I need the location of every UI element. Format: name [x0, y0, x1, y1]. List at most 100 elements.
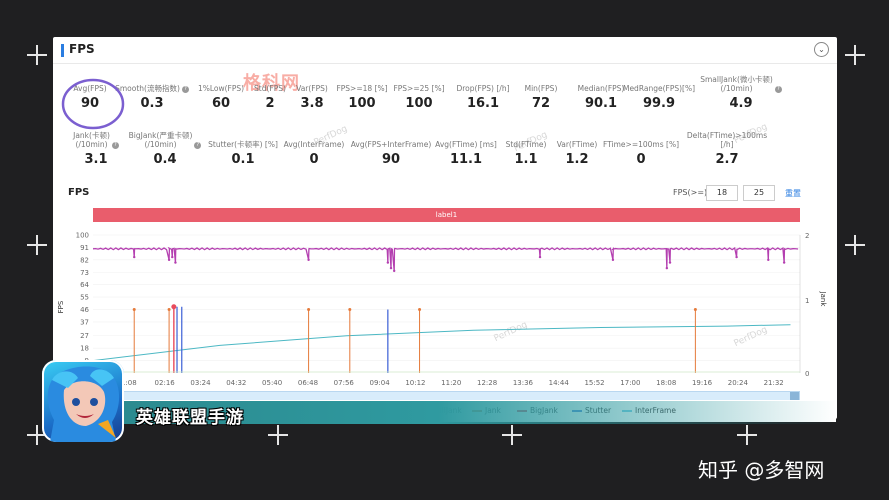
metric-label: Avg(FPS+InterFrame) [348, 129, 434, 149]
fps-dip-point [538, 255, 542, 259]
x-tick-label: 07:56 [334, 379, 355, 387]
fps-dip-point [171, 255, 174, 259]
crosshair-bottom-mid [502, 425, 522, 445]
metric-label-text: Avg(FPS+InterFrame) [350, 140, 432, 149]
metric-label-text: Stutter(卡顿率) [%] [208, 140, 278, 149]
y-right-axis-label: Jank [819, 291, 827, 308]
fps-dip-point [668, 261, 672, 264]
x-tick-label: 13:36 [513, 379, 534, 387]
x-tick-label: 14:44 [549, 379, 570, 387]
fps-chart: 1009182736455463727189210FPSJank1:0802:1… [57, 232, 827, 388]
credit-watermark: 知乎 @多智网 [698, 458, 825, 482]
metric-value: 2.7 [715, 152, 739, 167]
fps-dip-point [782, 261, 786, 264]
y-axis-label: FPS [57, 300, 65, 313]
help-icon[interactable]: ? [774, 86, 782, 93]
fps-low-input[interactable]: 18 [706, 185, 738, 201]
y-tick-label: 18 [80, 345, 89, 353]
fps-dip-point [307, 258, 310, 262]
label-bar[interactable]: label1 [93, 208, 800, 222]
x-tick-label: 11:20 [441, 379, 461, 387]
x-tick-label: 03:24 [190, 379, 211, 387]
jank-event-dot [132, 308, 136, 312]
metric-label: MedRange(FPS)[%] [616, 73, 702, 93]
metric-label-text: SmallJank(微小卡顿) (/10min) [700, 75, 773, 93]
fps-dip-point [389, 266, 393, 270]
y-tick-label: 91 [80, 244, 89, 252]
x-tick-label: 15:52 [584, 379, 604, 387]
metric-label-text: FPS>=25 [%] [393, 84, 445, 93]
x-tick-label: 04:32 [226, 379, 246, 387]
fps-high-input[interactable]: 25 [743, 185, 775, 201]
metric-value: 0.4 [153, 152, 177, 167]
metric-card: Avg(FPS+InterFrame) 90 [348, 129, 434, 167]
metric-label-text: FTime>=100ms [%] [603, 140, 679, 149]
game-logo-icon [42, 360, 124, 442]
metric-value: 0 [309, 152, 319, 167]
reset-link[interactable]: 重置 [785, 188, 801, 199]
y-tick-label: 55 [80, 294, 89, 302]
y-tick-label: 82 [80, 256, 89, 264]
title-accent-bar [61, 44, 64, 57]
x-tick-label: 09:04 [370, 379, 391, 387]
chart-title: FPS [68, 187, 90, 198]
fps-dip-point [167, 258, 171, 262]
x-tick-label: 06:48 [298, 379, 318, 387]
fps-range-label: FPS(>=) [673, 188, 708, 197]
metric-label: BigJank(严重卡顿) (/10min)? [122, 129, 208, 149]
panel-title: FPS [69, 42, 95, 56]
fps-dip-point [735, 255, 738, 259]
metric-card: Avg(InterFrame) 0 [271, 129, 357, 167]
y-right-tick-label: 0 [805, 370, 809, 378]
metric-value: 4.9 [729, 96, 753, 111]
y-tick-label: 64 [80, 281, 89, 289]
fps-panel: FPS ⌄ 格科网 PerfDog PerfDog PerfDog PerfDo… [53, 37, 837, 419]
y-tick-label: 46 [80, 306, 89, 314]
metric-label-text: Min(FPS) [524, 84, 558, 93]
x-tick-label: 18:08 [656, 379, 676, 387]
metric-card: Delta(FTime)>100ms [/h] 2.7 [684, 129, 770, 167]
character-portrait-icon [47, 366, 120, 442]
fps-dip-point [392, 269, 396, 273]
fps-dip-point [767, 258, 770, 262]
metric-label-text: Jank(卡顿) (/10min) [73, 131, 110, 149]
metric-label: Delta(FTime)>100ms [/h] [684, 129, 770, 149]
jank-event-dot [167, 308, 171, 312]
jank-event-dot [418, 308, 422, 312]
metric-value: 90 [381, 152, 401, 167]
x-tick-label: 05:40 [262, 379, 282, 387]
crosshair-mid-right [845, 235, 865, 255]
jank-event-dot [307, 308, 311, 312]
crosshair-mid-left [27, 235, 47, 255]
fps-dip-point [386, 261, 390, 264]
help-icon[interactable]: ? [111, 142, 119, 149]
x-tick-label: 17:00 [620, 379, 640, 387]
crosshair-top-right [845, 45, 865, 65]
fps-dip-point [665, 266, 669, 270]
x-tick-label: 21:32 [764, 379, 784, 387]
metric-label-text: Delta(FTime)>100ms [/h] [686, 131, 768, 149]
x-tick-label: 20:24 [728, 379, 749, 387]
jank-event-dot [348, 308, 352, 312]
y-tick-label: 37 [80, 318, 89, 326]
metric-label: FTime>=100ms [%] [598, 129, 684, 149]
metric-label: SmallJank(微小卡顿) (/10min)? [698, 73, 784, 93]
metric-card: FTime>=100ms [%] 0 [598, 129, 684, 167]
bigjank-event-dot [171, 304, 177, 310]
metric-label: Avg(InterFrame) [271, 129, 357, 149]
highlight-circle [61, 78, 125, 130]
x-tick-label: 12:28 [477, 379, 497, 387]
x-tick-label: 10:12 [405, 379, 425, 387]
panel-header: FPS ⌄ [53, 37, 837, 64]
scroll-handle[interactable] [790, 392, 799, 400]
game-title: 英雄联盟手游 [136, 408, 244, 428]
chevron-down-icon[interactable]: ⌄ [814, 42, 829, 57]
metric-label-text: BigJank(严重卡顿) (/10min) [128, 131, 193, 149]
y-tick-label: 100 [76, 232, 89, 240]
low1-series-line [92, 324, 791, 362]
x-tick-label: 19:16 [692, 379, 713, 387]
metric-label-text: Avg(InterFrame) [283, 140, 345, 149]
y-tick-label: 27 [80, 332, 89, 340]
metric-card: SmallJank(微小卡顿) (/10min)? 4.9 [698, 73, 784, 111]
metric-label-text: MedRange(FPS)[%] [622, 84, 696, 93]
